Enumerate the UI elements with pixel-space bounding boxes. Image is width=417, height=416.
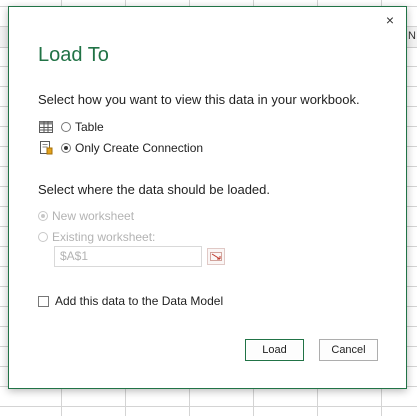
new-worksheet-radio[interactable]	[38, 211, 48, 221]
range-select-icon[interactable]	[207, 248, 225, 265]
view-prompt: Select how you want to view this data in…	[38, 92, 360, 107]
table-option-label: Table	[75, 120, 104, 134]
table-icon	[38, 119, 54, 135]
view-option-table[interactable]: Table	[38, 118, 104, 136]
existing-worksheet-radio[interactable]	[38, 232, 48, 242]
load-prompt: Select where the data should be loaded.	[38, 182, 271, 197]
table-radio[interactable]	[61, 122, 71, 132]
dialog-title: Load To	[38, 44, 109, 66]
data-model-label: Add this data to the Data Model	[55, 294, 224, 308]
existing-worksheet-label: Existing worksheet:	[52, 230, 156, 244]
view-option-connection[interactable]: Only Create Connection	[38, 139, 203, 157]
data-model-checkbox[interactable]	[38, 295, 49, 307]
column-header-letter: N	[408, 30, 416, 42]
load-option-existing-worksheet[interactable]: Existing worksheet:	[38, 229, 155, 245]
load-option-new-worksheet[interactable]: New worksheet	[38, 208, 134, 224]
cell-reference-input[interactable]: $A$1	[54, 246, 202, 267]
load-button[interactable]: Load	[245, 339, 304, 361]
data-model-option[interactable]: Add this data to the Data Model	[38, 293, 223, 309]
connection-option-label: Only Create Connection	[75, 141, 204, 155]
close-icon[interactable]: ×	[382, 12, 398, 28]
new-worksheet-label: New worksheet	[52, 209, 135, 223]
cancel-button[interactable]: Cancel	[319, 339, 378, 361]
load-to-dialog: × Load To Select how you want to view th…	[8, 6, 407, 389]
connection-icon	[38, 140, 54, 156]
connection-radio[interactable]	[61, 143, 71, 153]
